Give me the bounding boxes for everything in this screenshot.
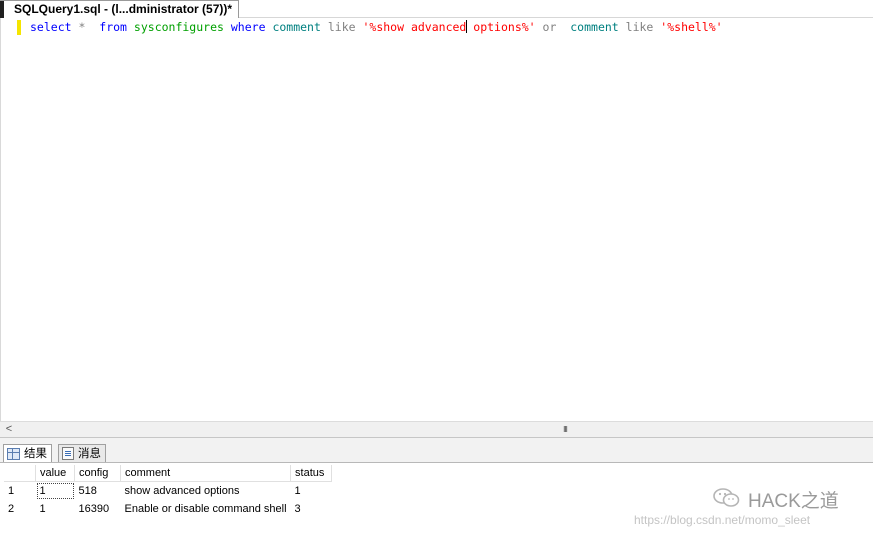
watermark-brand: HACK之道 bbox=[748, 491, 839, 512]
cell-config[interactable]: 518 bbox=[75, 482, 121, 501]
message-icon bbox=[62, 447, 74, 460]
cell-value[interactable]: 1 bbox=[36, 500, 75, 518]
tab-messages[interactable]: 消息 bbox=[58, 444, 106, 463]
op-star: * bbox=[78, 20, 86, 34]
column-header-status[interactable]: status bbox=[290, 465, 333, 482]
kw-where: where bbox=[230, 20, 266, 34]
column-header-value[interactable]: value bbox=[35, 465, 75, 482]
tab-messages-label: 消息 bbox=[78, 448, 101, 460]
query-text[interactable]: select * from sysconfigures where commen… bbox=[30, 20, 723, 35]
op-or: or bbox=[542, 20, 557, 34]
op-like-2: like bbox=[625, 20, 654, 34]
watermark-url: https://blog.csdn.net/momo_sleet bbox=[634, 513, 811, 527]
op-like-1: like bbox=[327, 20, 356, 34]
table-name: sysconfigures bbox=[133, 20, 224, 34]
kw-select: select bbox=[30, 20, 72, 34]
tab-results[interactable]: 结果 bbox=[3, 444, 52, 464]
document-tabstrip: SQLQuery1.sql - (l...dministrator (57))* bbox=[0, 0, 873, 18]
scroll-left-arrow-icon[interactable]: < bbox=[3, 423, 15, 436]
document-tab-title: SQLQuery1.sql - (l...dministrator (57))* bbox=[14, 2, 233, 16]
table-row[interactable]: 2 1 16390 Enable or disable command shel… bbox=[4, 500, 332, 518]
kw-from: from bbox=[99, 20, 127, 34]
table-row[interactable]: 1 1 518 show advanced options 1 bbox=[4, 482, 332, 501]
cell-value[interactable]: 1 bbox=[36, 482, 75, 501]
cell-status[interactable]: 1 bbox=[291, 482, 332, 501]
results-grid[interactable]: value config comment status 1 1 518 show… bbox=[4, 465, 333, 518]
result-tabstrip: 结果 消息 bbox=[0, 437, 873, 464]
document-tab[interactable]: SQLQuery1.sql - (l...dministrator (57))* bbox=[0, 0, 240, 18]
results-grid-pane: value config comment status 1 1 518 show… bbox=[0, 462, 873, 539]
query-editor[interactable]: select * from sysconfigures where commen… bbox=[0, 18, 873, 421]
cell-status[interactable]: 3 bbox=[291, 500, 332, 518]
cell-config[interactable]: 16390 bbox=[75, 500, 121, 518]
changed-line-marker bbox=[17, 20, 21, 35]
column-header-config[interactable]: config bbox=[74, 465, 121, 482]
row-number[interactable]: 2 bbox=[4, 500, 36, 518]
string-literal-1a: '%show advanced bbox=[362, 20, 467, 34]
grid-icon bbox=[7, 448, 20, 460]
string-literal-1b: options%' bbox=[473, 20, 536, 34]
wechat-icon bbox=[713, 488, 740, 507]
horizontal-scrollbar[interactable]: < III bbox=[0, 421, 873, 437]
grid-header-row: value config comment status bbox=[4, 465, 333, 482]
cell-comment[interactable]: show advanced options bbox=[121, 482, 291, 501]
tab-results-label: 结果 bbox=[24, 448, 47, 460]
column-comment-2: comment bbox=[570, 20, 619, 34]
column-comment-1: comment bbox=[272, 20, 321, 34]
cell-comment[interactable]: Enable or disable command shell bbox=[121, 500, 291, 518]
text-caret bbox=[466, 20, 468, 33]
string-literal-2: '%shell%' bbox=[660, 20, 723, 34]
row-number[interactable]: 1 bbox=[4, 482, 36, 501]
scroll-grip-icon[interactable]: III bbox=[560, 424, 570, 435]
row-number-header[interactable] bbox=[4, 465, 36, 482]
column-header-comment[interactable]: comment bbox=[120, 465, 292, 482]
